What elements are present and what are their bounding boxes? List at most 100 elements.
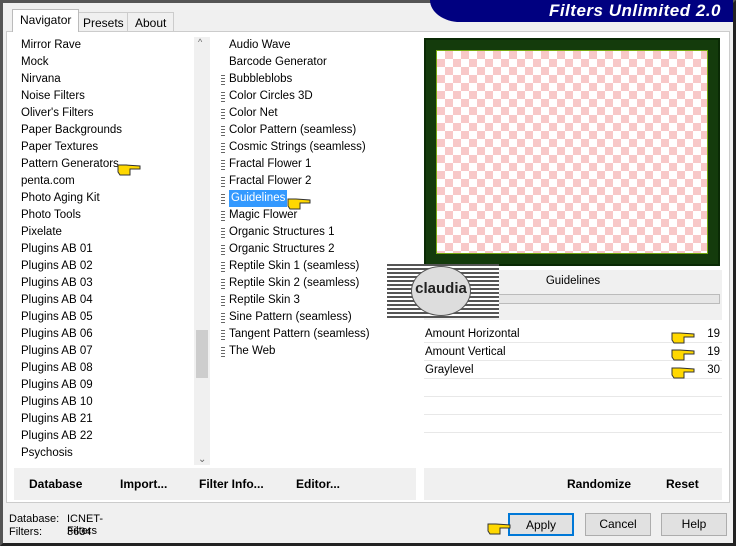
grip-icon	[221, 262, 225, 272]
preview-image	[424, 38, 720, 266]
category-item[interactable]: Plugins AB 01	[21, 241, 93, 258]
grip-icon	[221, 92, 225, 102]
category-item[interactable]: Photo Aging Kit	[21, 190, 100, 207]
category-list[interactable]: Mirror Rave Mock Nirvana Noise Filters Olive…	[14, 37, 194, 467]
tab-presets[interactable]: Presets	[75, 12, 132, 31]
filter-label: Reptile Skin 2 (seamless)	[229, 277, 360, 289]
category-item[interactable]: Plugins AB 03	[21, 275, 93, 292]
filter-label: Tangent Pattern (seamless)	[229, 328, 370, 340]
param-empty	[424, 415, 722, 433]
filter-item[interactable]: Sine Pattern (seamless)	[216, 309, 416, 326]
scrollbar-thumb[interactable]	[196, 330, 208, 378]
category-item[interactable]: Plugins AB 10	[21, 394, 93, 411]
filter-label: The Web	[229, 345, 276, 357]
filter-item[interactable]: Color Circles 3D	[216, 88, 416, 105]
category-item[interactable]: Plugins AB 08	[21, 360, 93, 377]
param-empty	[424, 397, 722, 415]
grip-icon	[221, 245, 225, 255]
filter-item[interactable]: Cosmic Strings (seamless)	[216, 139, 416, 156]
editor-button[interactable]: Editor...	[296, 477, 340, 491]
pointing-hand-icon	[487, 523, 511, 535]
pointing-hand-icon	[671, 332, 695, 344]
grip-icon	[221, 75, 225, 85]
category-item[interactable]: Plugins AB 21	[21, 411, 93, 428]
tab-navigator[interactable]: Navigator	[12, 9, 80, 32]
param-value[interactable]: 19	[707, 325, 720, 343]
category-item[interactable]: Pattern Generators	[21, 156, 119, 173]
cancel-button[interactable]: Cancel	[585, 513, 651, 536]
filter-label: Color Circles 3D	[229, 90, 313, 102]
category-item[interactable]: Plugins AB 02	[21, 258, 93, 275]
filter-item[interactable]: Fractal Flower 2	[216, 173, 416, 190]
filter-item[interactable]: Reptile Skin 3	[216, 292, 416, 309]
database-label: Database:	[9, 513, 60, 525]
navigator-button-bar: Database Import... Filter Info... Editor…	[14, 468, 416, 500]
filter-item[interactable]: Magic Flower	[216, 207, 416, 224]
filters-value: 3634	[67, 526, 92, 538]
filter-item[interactable]: Reptile Skin 2 (seamless)	[216, 275, 416, 292]
grip-icon	[221, 177, 225, 187]
category-item[interactable]: Paper Textures	[21, 139, 98, 156]
filter-item[interactable]: Reptile Skin 1 (seamless)	[216, 258, 416, 275]
tab-about[interactable]: About	[127, 12, 175, 31]
filter-item[interactable]: Organic Structures 1	[216, 224, 416, 241]
filter-label: Bubbleblobs	[229, 73, 293, 85]
pointing-hand-icon	[671, 349, 695, 361]
category-item[interactable]: Mock	[21, 54, 48, 71]
filter-item[interactable]: Guidelines	[216, 190, 416, 207]
category-item[interactable]: Mirror Rave	[21, 37, 81, 54]
filter-label: Organic Structures 1	[229, 226, 335, 238]
param-value[interactable]: 30	[707, 361, 720, 379]
category-item[interactable]: Nirvana	[21, 71, 61, 88]
category-item[interactable]: Oliver's Filters	[21, 105, 93, 122]
import-button[interactable]: Import...	[120, 477, 167, 491]
pointing-hand-icon	[671, 367, 695, 379]
category-item[interactable]: Plugins AB 05	[21, 309, 93, 326]
category-scrollbar[interactable]: ^ ⌄	[194, 37, 210, 465]
filter-list[interactable]: Audio Wave Barcode Generator Bubbleblobs Co…	[216, 37, 416, 467]
filter-label: Reptile Skin 3	[229, 294, 300, 306]
filter-item[interactable]: Barcode Generator	[216, 54, 416, 71]
watermark-text: claudia	[411, 266, 471, 316]
category-item[interactable]: Paper Backgrounds	[21, 122, 122, 139]
category-item[interactable]: Plugins AB 07	[21, 343, 93, 360]
filter-label: Color Pattern (seamless)	[229, 124, 357, 136]
filter-item[interactable]: Audio Wave	[216, 37, 416, 54]
filter-item[interactable]: Color Pattern (seamless)	[216, 122, 416, 139]
filter-info-button[interactable]: Filter Info...	[199, 477, 264, 491]
pointing-hand-icon	[287, 198, 311, 210]
grip-icon	[221, 296, 225, 306]
filter-item[interactable]: Bubbleblobs	[216, 71, 416, 88]
grip-icon	[221, 109, 225, 119]
filter-label: Fractal Flower 2	[229, 175, 312, 187]
filter-item[interactable]: Tangent Pattern (seamless)	[216, 326, 416, 343]
database-button[interactable]: Database	[29, 477, 82, 491]
param-value[interactable]: 19	[707, 343, 720, 361]
filter-item[interactable]: Color Net	[216, 105, 416, 122]
reset-button[interactable]: Reset	[666, 477, 699, 491]
filter-label: Guidelines	[229, 190, 288, 207]
grip-icon	[221, 126, 225, 136]
category-item[interactable]: Plugins AB 06	[21, 326, 93, 343]
help-button[interactable]: Help	[661, 513, 727, 536]
filter-label: Color Net	[229, 107, 278, 119]
randomize-button[interactable]: Randomize	[567, 477, 631, 491]
filter-item[interactable]: The Web	[216, 343, 416, 360]
param-label: Amount Vertical	[425, 346, 506, 358]
category-item[interactable]: Noise Filters	[21, 88, 85, 105]
filter-item[interactable]: Fractal Flower 1	[216, 156, 416, 173]
category-item[interactable]: penta.com	[21, 173, 75, 190]
filter-item[interactable]: Organic Structures 2	[216, 241, 416, 258]
param-button-bar: Randomize Reset	[424, 468, 722, 500]
category-item[interactable]: Plugins AB 04	[21, 292, 93, 309]
category-item[interactable]: Plugins AB 09	[21, 377, 93, 394]
filters-label: Filters:	[9, 526, 42, 538]
category-item[interactable]: Psychosis	[21, 445, 73, 462]
category-item[interactable]: Plugins AB 22	[21, 428, 93, 445]
param-label: Graylevel	[425, 364, 474, 376]
filter-label: Organic Structures 2	[229, 243, 335, 255]
category-item[interactable]: Photo Tools	[21, 207, 81, 224]
grip-icon	[221, 143, 225, 153]
apply-button[interactable]: Apply	[508, 513, 574, 536]
category-item[interactable]: Pixelate	[21, 224, 62, 241]
